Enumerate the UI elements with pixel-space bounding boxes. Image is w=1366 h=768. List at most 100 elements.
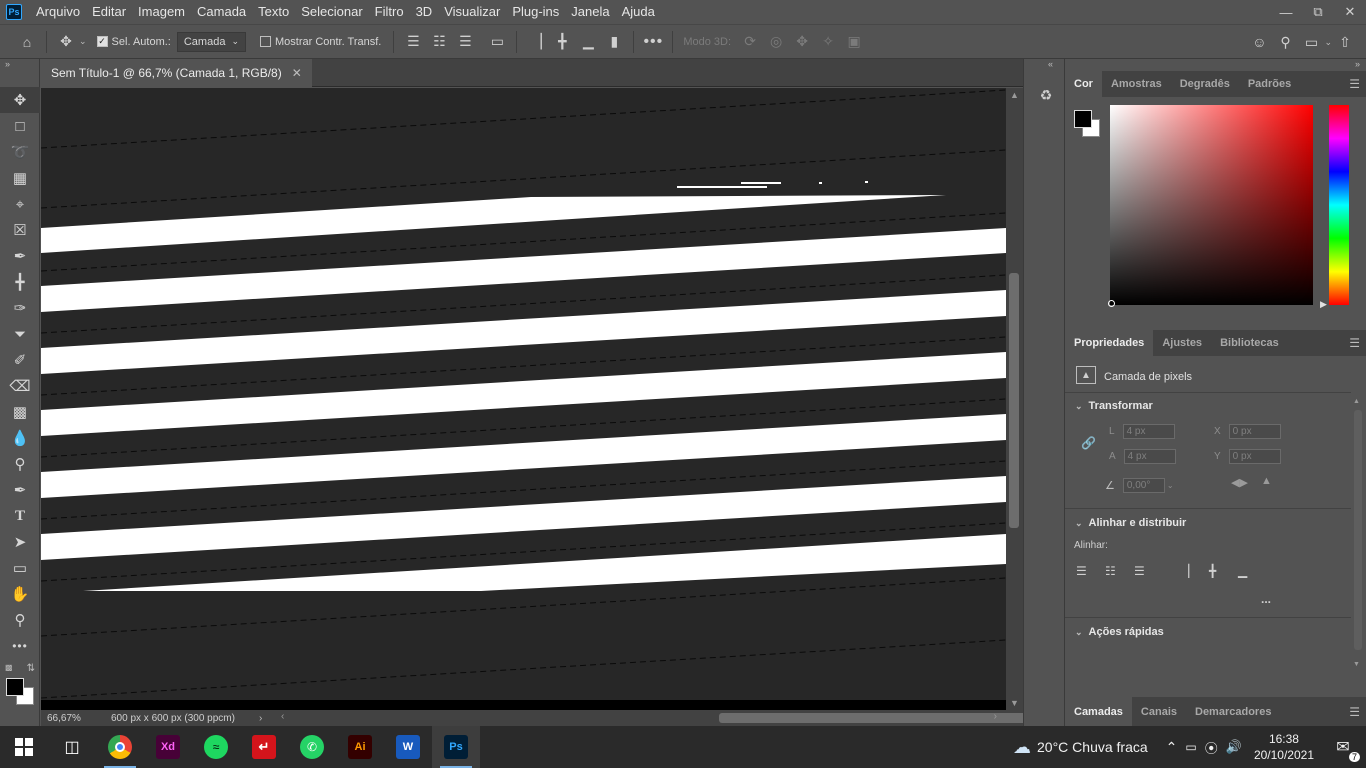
rectangle-tool[interactable]: ▭ bbox=[0, 555, 40, 581]
zoom-level[interactable]: 66,67% bbox=[47, 713, 103, 724]
tab-propriedades[interactable]: Propriedades bbox=[1065, 330, 1154, 356]
history-brush-tool[interactable]: ✐ bbox=[0, 347, 40, 373]
swap-colors-icon[interactable]: ⇅ bbox=[27, 663, 35, 674]
align-right-icon[interactable]: ☰ bbox=[1134, 564, 1180, 578]
align-vcenter-icon[interactable]: ╋ bbox=[549, 29, 575, 55]
close-icon[interactable]: ✕ bbox=[292, 66, 302, 80]
properties-scroll-thumb[interactable] bbox=[1354, 410, 1362, 650]
hue-slider-handle[interactable]: ▶ bbox=[1320, 299, 1327, 310]
x-input[interactable]: 0 px bbox=[1228, 424, 1281, 439]
chevron-down-icon[interactable]: ⌄ bbox=[1167, 481, 1174, 490]
photoshop-taskbar-icon[interactable]: Ps bbox=[432, 726, 480, 768]
scroll-right-icon[interactable]: › bbox=[994, 711, 997, 722]
eraser-tool[interactable]: ⌫ bbox=[0, 373, 40, 399]
default-colors-icon[interactable]: ▩ bbox=[5, 663, 13, 672]
auto-select-target-dropdown[interactable]: Camada ⌄ bbox=[176, 31, 246, 52]
move-tool[interactable]: ✥ bbox=[0, 87, 40, 113]
tab-padroes[interactable]: Padrões bbox=[1239, 71, 1300, 97]
menu-visualizar[interactable]: Visualizar bbox=[438, 0, 506, 24]
frame-tool[interactable]: ☒ bbox=[0, 217, 40, 243]
object-select-tool[interactable]: ▦ bbox=[0, 165, 40, 191]
document-tab[interactable]: Sem Título-1 @ 66,7% (Camada 1, RGB/8) ✕ bbox=[41, 59, 312, 87]
gradient-tool[interactable]: ▩ bbox=[0, 399, 40, 425]
whatsapp-icon[interactable]: ✆ bbox=[288, 726, 336, 768]
brush-tool[interactable]: ✑ bbox=[0, 295, 40, 321]
align-hcenter-icon[interactable]: ☷ bbox=[426, 29, 452, 55]
properties-scrollbar[interactable]: ▲ ▼ bbox=[1353, 398, 1363, 668]
blur-tool[interactable]: 💧 bbox=[0, 425, 40, 451]
flip-vertical-icon[interactable]: ▲ bbox=[1261, 475, 1272, 487]
auto-select-checkbox[interactable]: ✓ bbox=[96, 36, 108, 47]
menu-arquivo[interactable]: Arquivo bbox=[30, 0, 86, 24]
menu-imagem[interactable]: Imagem bbox=[132, 0, 191, 24]
search-icon[interactable]: ⚲ bbox=[1272, 29, 1298, 55]
quick-actions-section-header[interactable]: ⌄ Ações rápidas bbox=[1065, 626, 1164, 638]
zoom-tool[interactable]: ⚲ bbox=[0, 607, 40, 633]
distribute-vertical-icon[interactable]: ▮ bbox=[601, 29, 627, 55]
healing-tool[interactable]: ╋ bbox=[0, 269, 40, 295]
tab-cor[interactable]: Cor bbox=[1065, 71, 1102, 97]
marquee-tool[interactable]: □ bbox=[0, 113, 40, 139]
collapse-panels-icon[interactable]: « bbox=[1048, 59, 1053, 69]
word-icon[interactable]: W bbox=[384, 726, 432, 768]
eyedropper-tool[interactable]: ✒ bbox=[0, 243, 40, 269]
align-top-icon[interactable]: ▕ bbox=[523, 29, 549, 55]
menu-texto[interactable]: Texto bbox=[252, 0, 295, 24]
show-transform-checkbox[interactable] bbox=[259, 36, 271, 47]
scroll-down-icon[interactable]: ▼ bbox=[1010, 698, 1019, 708]
tab-demarcadores[interactable]: Demarcadores bbox=[1186, 697, 1280, 726]
y-input[interactable]: 0 px bbox=[1228, 449, 1281, 464]
canvas[interactable] bbox=[41, 88, 1006, 710]
battery-icon[interactable]: ▭ bbox=[1185, 740, 1196, 754]
align-top-icon[interactable]: ▕ bbox=[1180, 564, 1209, 578]
chevron-right-icon[interactable]: › bbox=[259, 713, 262, 724]
align-left-icon[interactable]: ☰ bbox=[400, 29, 426, 55]
align-right-icon[interactable]: ☰ bbox=[452, 29, 478, 55]
link-icon[interactable]: 🔗 bbox=[1081, 436, 1096, 450]
type-tool[interactable]: T bbox=[0, 503, 40, 529]
spotify-icon[interactable]: ≈ bbox=[192, 726, 240, 768]
menu-plugins[interactable]: Plug-ins bbox=[506, 0, 565, 24]
restore-icon[interactable]: ⧉ bbox=[1302, 0, 1334, 24]
dodge-tool[interactable]: ⚲ bbox=[0, 451, 40, 477]
angle-input[interactable]: 0,00° bbox=[1122, 478, 1165, 493]
color-picker-field[interactable] bbox=[1110, 105, 1313, 305]
foreground-color-swatch[interactable] bbox=[1074, 110, 1092, 128]
stamp-tool[interactable]: ⏷ bbox=[0, 321, 40, 347]
panel-menu-icon[interactable]: ☰ bbox=[1349, 705, 1360, 719]
width-input[interactable]: 4 px bbox=[1122, 424, 1175, 439]
chevron-down-icon[interactable]: ⌄ bbox=[79, 36, 87, 47]
acrobat-icon[interactable]: ↵ bbox=[240, 726, 288, 768]
chevron-down-icon[interactable]: ⌄ bbox=[1324, 37, 1332, 48]
tab-canais[interactable]: Canais bbox=[1132, 697, 1186, 726]
more-options-icon[interactable]: ••• bbox=[640, 29, 666, 55]
home-icon[interactable]: ⌂ bbox=[14, 29, 40, 55]
scroll-up-icon[interactable]: ▲ bbox=[1353, 398, 1360, 405]
scroll-down-icon[interactable]: ▼ bbox=[1353, 661, 1360, 668]
notifications-icon[interactable]: ✉ 7 bbox=[1328, 732, 1360, 762]
pen-tool[interactable]: ✒ bbox=[0, 477, 40, 503]
adobe-xd-icon[interactable]: Xd bbox=[144, 726, 192, 768]
scroll-up-icon[interactable]: ▲ bbox=[1010, 90, 1019, 100]
menu-camada[interactable]: Camada bbox=[191, 0, 252, 24]
foreground-color-swatch[interactable] bbox=[6, 678, 24, 696]
share-icon[interactable]: ⇧ bbox=[1332, 29, 1358, 55]
move-tool-icon[interactable]: ✥ bbox=[53, 29, 79, 55]
volume-icon[interactable]: 🔊 bbox=[1226, 739, 1242, 755]
align-bottom-icon[interactable]: ▁ bbox=[1238, 564, 1267, 578]
menu-3d[interactable]: 3D bbox=[410, 0, 439, 24]
menu-ajuda[interactable]: Ajuda bbox=[616, 0, 661, 24]
path-select-tool[interactable]: ➤ bbox=[0, 529, 40, 555]
expand-panels-icon[interactable]: » bbox=[1355, 59, 1360, 69]
user-search-icon[interactable]: ☺ bbox=[1246, 29, 1272, 55]
align-section-header[interactable]: ⌄ Alinhar e distribuir bbox=[1065, 517, 1186, 529]
tab-ajustes[interactable]: Ajustes bbox=[1153, 330, 1211, 356]
weather-icon[interactable]: ☁ bbox=[1013, 737, 1031, 758]
chrome-icon[interactable] bbox=[96, 726, 144, 768]
vertical-scrollbar[interactable]: ▲ ▼ bbox=[1006, 88, 1023, 710]
history-icon[interactable]: ♻ bbox=[1034, 83, 1058, 107]
panel-menu-icon[interactable]: ☰ bbox=[1349, 336, 1360, 350]
lasso-tool[interactable]: ➰ bbox=[0, 139, 40, 165]
align-bottom-icon[interactable]: ▁ bbox=[575, 29, 601, 55]
chevron-up-icon[interactable]: ⌃ bbox=[1166, 739, 1178, 756]
